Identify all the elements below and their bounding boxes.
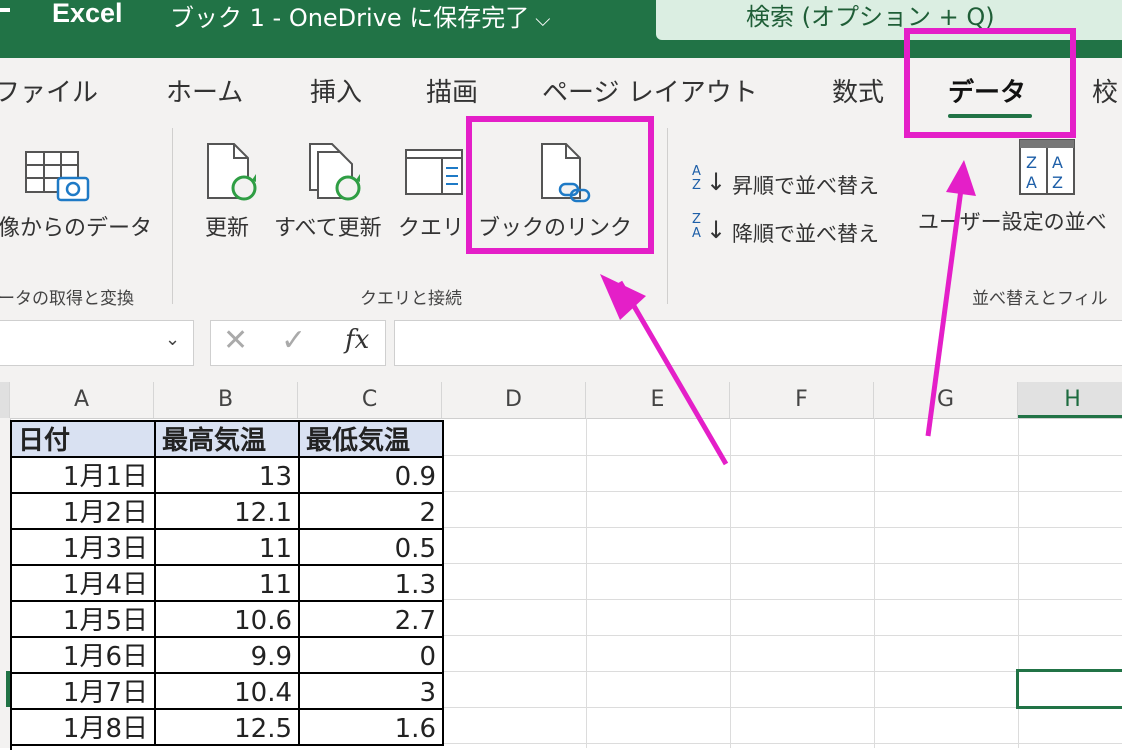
arrow-to-data-tab xyxy=(925,181,965,437)
annotation-arrows xyxy=(600,160,976,466)
arrow-to-workbook-links xyxy=(617,280,729,466)
arrowhead xyxy=(946,160,976,196)
